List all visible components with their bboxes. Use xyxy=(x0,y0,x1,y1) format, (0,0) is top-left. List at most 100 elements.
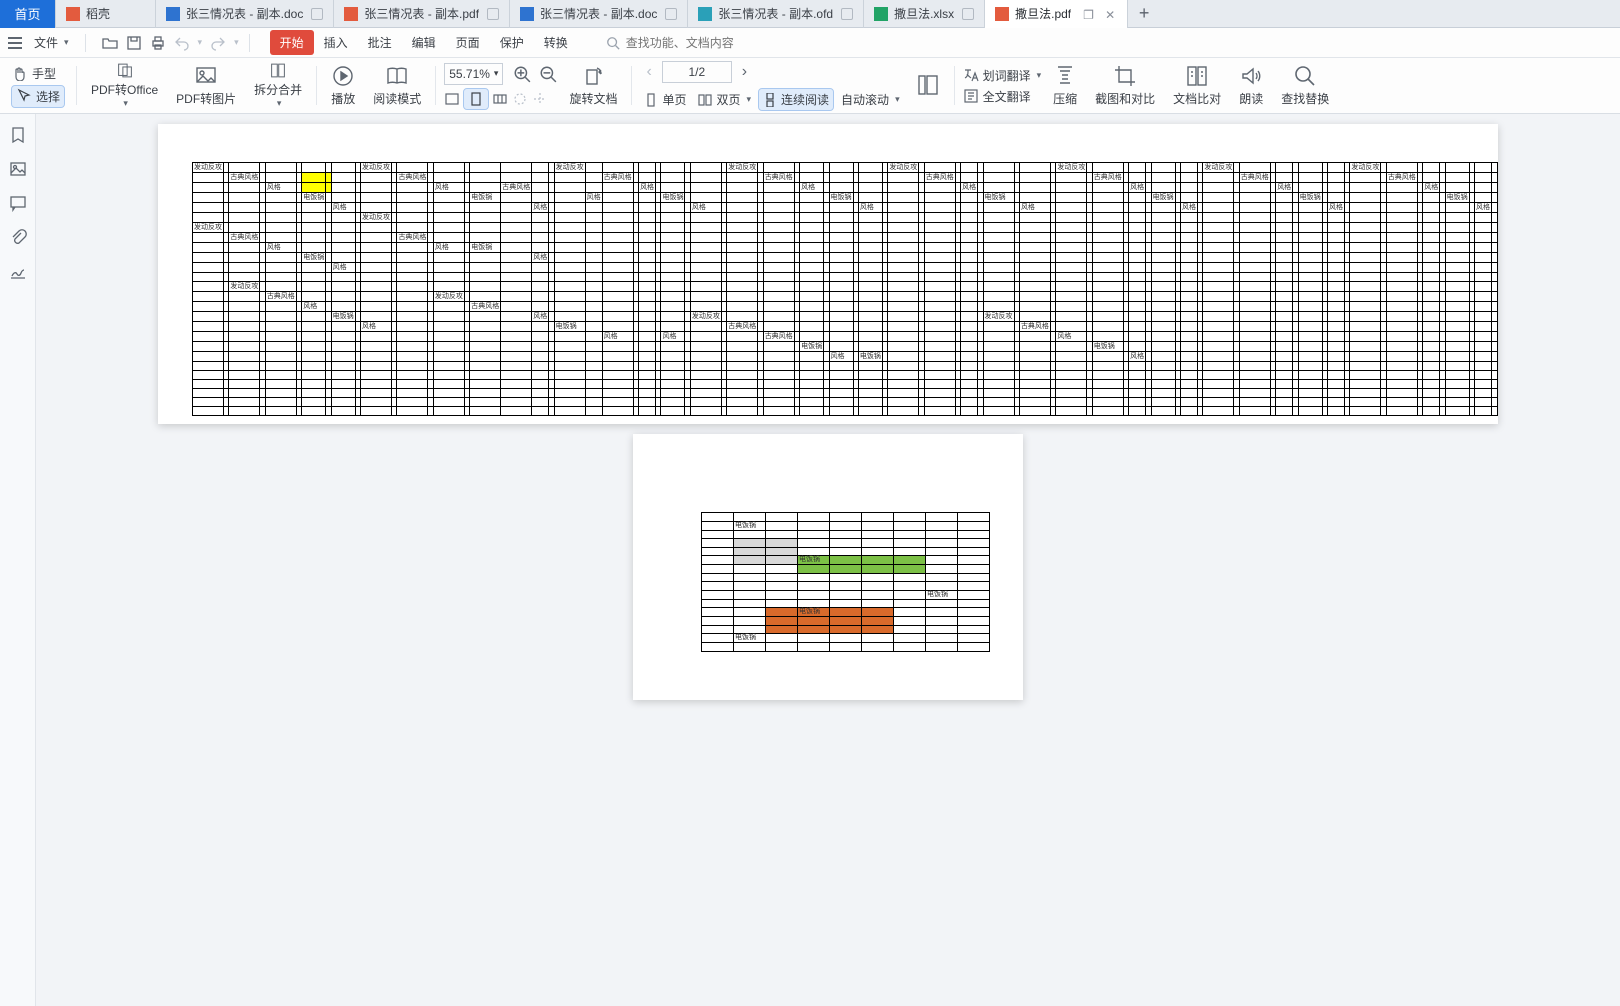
full-translate-icon xyxy=(963,88,979,104)
pdf-to-image[interactable]: PDF转图片 xyxy=(170,60,242,111)
hand-tool[interactable]: 手型 xyxy=(12,65,64,82)
tab-home-label: 首页 xyxy=(14,4,40,23)
continuous-icon xyxy=(763,93,777,107)
zoom-out-icon[interactable] xyxy=(539,65,557,83)
image-icon[interactable] xyxy=(9,160,27,178)
undo-caret[interactable]: ▾ xyxy=(198,37,203,48)
auto-scroll-btn[interactable]: 自动滚动 xyxy=(837,89,904,110)
document-viewport[interactable]: 发动反攻发动反攻发动反攻发动反攻发动反攻发动反攻发动反攻发动反攻古典风格古典风格… xyxy=(36,114,1620,1006)
plus-icon: + xyxy=(1139,3,1150,24)
cursor-icon xyxy=(16,88,32,104)
doc-compare[interactable]: 文档比对 xyxy=(1167,60,1227,111)
tab-dup-icon[interactable] xyxy=(962,8,974,20)
tab-dup-icon[interactable] xyxy=(487,8,499,20)
menu-edit[interactable]: 编辑 xyxy=(402,30,446,55)
select-tool[interactable]: 选择 xyxy=(12,86,64,107)
attachment-icon[interactable] xyxy=(9,228,27,246)
menu-insert[interactable]: 插入 xyxy=(314,30,358,55)
tab-doc-6[interactable]: 撒旦法.xlsx xyxy=(864,0,985,28)
tab-dup-icon[interactable] xyxy=(311,8,323,20)
bookmark-icon[interactable] xyxy=(9,126,27,144)
loop-icon[interactable] xyxy=(512,91,528,107)
search-input[interactable] xyxy=(626,36,826,50)
pdf-icon xyxy=(344,7,358,21)
hamburger-icon[interactable] xyxy=(8,37,22,49)
search-box[interactable] xyxy=(606,36,826,50)
hand-icon xyxy=(12,65,28,81)
print-icon[interactable] xyxy=(150,35,166,51)
nav-panel[interactable] xyxy=(910,60,946,111)
tab-dup-icon[interactable] xyxy=(665,8,677,20)
tab-home[interactable]: 首页 xyxy=(0,0,56,28)
two-page-btn[interactable]: 双页 xyxy=(694,89,755,110)
restore-icon[interactable]: ❐ xyxy=(1083,8,1095,20)
tab-doc-5[interactable]: 张三情况表 - 副本.ofd xyxy=(688,0,864,28)
fit-page-icon[interactable] xyxy=(464,89,488,109)
next-page[interactable]: › xyxy=(736,63,753,81)
two-page-icon xyxy=(698,93,712,107)
tab-doc-1[interactable]: 稻壳 xyxy=(56,0,156,28)
prev-page[interactable]: ‹ xyxy=(640,63,657,81)
search-icon xyxy=(606,36,620,50)
translate-icon xyxy=(963,67,979,83)
nav-icon xyxy=(916,73,940,97)
speaker-icon xyxy=(1239,64,1263,88)
search-icon xyxy=(1293,64,1317,88)
tab-label: 撒旦法.xlsx xyxy=(894,5,954,22)
sign-icon[interactable] xyxy=(9,262,27,280)
single-page-icon xyxy=(644,93,658,107)
tab-label: 张三情况表 - 副本.doc xyxy=(186,5,303,22)
redo-caret[interactable]: ▾ xyxy=(234,37,239,48)
pan-icon[interactable] xyxy=(532,91,548,107)
tab-doc-2[interactable]: 张三情况表 - 副本.doc xyxy=(156,0,334,28)
ribbon-tabs: 开始 插入 批注 编辑 页面 保护 转换 xyxy=(270,30,578,55)
tab-label: 稻壳 xyxy=(86,5,145,22)
tab-doc-3[interactable]: 张三情况表 - 副本.pdf xyxy=(334,0,510,28)
play[interactable]: 播放 xyxy=(325,60,361,111)
compress[interactable]: 压缩 xyxy=(1047,60,1083,111)
menu-convert[interactable]: 转换 xyxy=(534,30,578,55)
read-aloud[interactable]: 朗读 xyxy=(1233,60,1269,111)
compare-icon xyxy=(1185,64,1209,88)
compress-icon xyxy=(1053,64,1077,88)
tab-label: 张三情况表 - 副本.doc xyxy=(540,5,657,22)
full-translate[interactable]: 全文翻译 xyxy=(963,88,1042,105)
tab-doc-4[interactable]: 张三情况表 - 副本.doc xyxy=(510,0,688,28)
redo-icon[interactable] xyxy=(210,35,226,51)
continuous-btn[interactable]: 连续阅读 xyxy=(759,89,833,110)
zoom-value[interactable]: 55.71%▾ xyxy=(444,63,503,85)
menu-page[interactable]: 页面 xyxy=(446,30,490,55)
file-menu[interactable]: 文件 xyxy=(28,32,75,53)
close-icon[interactable]: ✕ xyxy=(1105,8,1117,20)
save-icon[interactable] xyxy=(126,35,142,51)
menu-protect[interactable]: 保护 xyxy=(490,30,534,55)
comment-icon[interactable] xyxy=(9,194,27,212)
tab-label: 撒旦法.pdf xyxy=(1015,5,1071,22)
fit-width-icon[interactable] xyxy=(444,91,460,107)
spreadsheet-grid-2: 电饭锅电饭锅电饭锅电饭锅电饭锅 xyxy=(701,512,990,652)
open-icon[interactable] xyxy=(102,35,118,51)
crop-compare[interactable]: 截图和对比 xyxy=(1089,60,1161,111)
left-sidebar xyxy=(0,114,36,1006)
single-page-btn[interactable]: 单页 xyxy=(640,89,690,110)
menu-annotate[interactable]: 批注 xyxy=(358,30,402,55)
rotate-doc[interactable]: 旋转文档 xyxy=(563,60,623,111)
menu-start[interactable]: 开始 xyxy=(270,30,314,55)
zoom-in-icon[interactable] xyxy=(513,65,531,83)
pdf-to-office[interactable]: PDF转Office xyxy=(85,60,164,111)
convert-image-icon xyxy=(194,64,218,88)
tabs-bar: 首页 稻壳 张三情况表 - 副本.doc 张三情况表 - 副本.pdf 张三情况… xyxy=(0,0,1620,28)
page-indicator[interactable]: 1/2 xyxy=(662,61,732,83)
tab-doc-7-active[interactable]: 撒旦法.pdf ❐ ✕ xyxy=(985,0,1128,28)
window-controls: ❐ ✕ xyxy=(1083,8,1117,20)
actual-size-icon[interactable] xyxy=(492,91,508,107)
file-label: 文件 xyxy=(34,34,58,51)
word-translate[interactable]: 划词翻译 xyxy=(963,67,1042,84)
add-tab-button[interactable]: + xyxy=(1128,0,1160,28)
find-replace[interactable]: 查找替换 xyxy=(1275,60,1335,111)
split-merge[interactable]: 拆分合并 xyxy=(248,60,308,111)
crop-icon xyxy=(1113,64,1137,88)
tab-dup-icon[interactable] xyxy=(841,8,853,20)
undo-icon[interactable] xyxy=(174,35,190,51)
read-mode[interactable]: 阅读模式 xyxy=(367,60,427,111)
